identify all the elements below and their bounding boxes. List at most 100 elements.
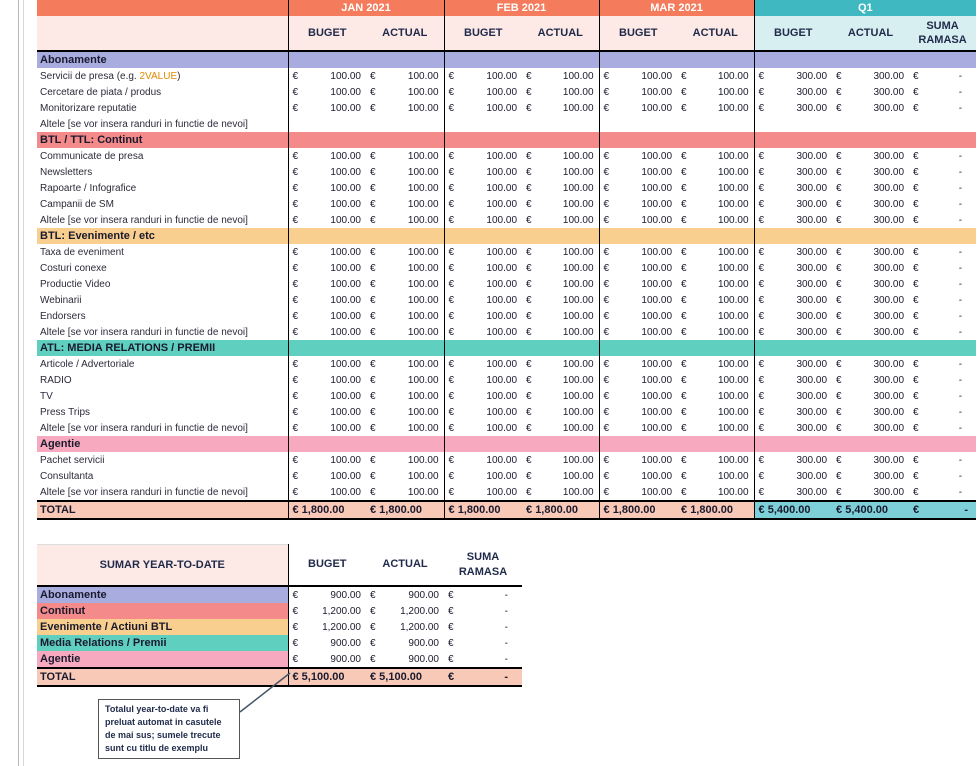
amount-cell[interactable]: €100.00: [443, 388, 523, 404]
quarter-amount-cell[interactable]: €300.00: [832, 244, 909, 260]
amount-cell[interactable]: €100.00: [598, 276, 678, 292]
section-title[interactable]: ATL: MEDIA RELATIONS / PREMII: [37, 340, 288, 356]
quarter-amount-cell[interactable]: [753, 116, 833, 132]
total-q-suma[interactable]: € -: [909, 500, 977, 520]
amount-cell[interactable]: €100.00: [287, 276, 366, 292]
quarter-amount-cell[interactable]: €300.00: [753, 244, 833, 260]
callout-note[interactable]: Totalul year-to-date va fi preluat autom…: [98, 699, 240, 759]
amount-cell[interactable]: €100.00: [522, 388, 599, 404]
remaining-cell[interactable]: € -: [909, 180, 976, 196]
row-label[interactable]: Cercetare de piata / produs: [37, 84, 288, 100]
quarter-amount-cell[interactable]: €300.00: [753, 276, 833, 292]
row-label[interactable]: Rapoarte / Infografice: [37, 180, 288, 196]
row-label[interactable]: Pachet servicii: [37, 452, 288, 468]
month-header[interactable]: FEB 2021: [443, 0, 600, 16]
amount-cell[interactable]: €100.00: [598, 68, 678, 84]
total-amount[interactable]: € 1,800.00: [677, 500, 755, 520]
amount-cell[interactable]: €100.00: [522, 260, 599, 276]
amount-cell[interactable]: [522, 116, 599, 132]
amount-cell[interactable]: €100.00: [677, 196, 754, 212]
row-label[interactable]: Articole / Advertoriale: [37, 356, 288, 372]
remaining-cell[interactable]: € -: [909, 308, 976, 324]
amount-cell[interactable]: €100.00: [598, 164, 678, 180]
quarter-amount-cell[interactable]: €300.00: [753, 100, 833, 116]
amount-cell[interactable]: €100.00: [443, 196, 523, 212]
amount-cell[interactable]: €100.00: [366, 452, 444, 468]
summary-title[interactable]: SUMAR YEAR-TO-DATE: [37, 544, 289, 587]
amount-cell[interactable]: €100.00: [598, 212, 678, 228]
amount-cell[interactable]: €100.00: [287, 164, 366, 180]
quarter-amount-cell[interactable]: €300.00: [832, 68, 909, 84]
amount-cell[interactable]: €100.00: [677, 468, 754, 484]
summary-total-buget[interactable]: € 5,100.00: [288, 667, 366, 687]
amount-cell[interactable]: [366, 116, 444, 132]
amount-cell[interactable]: €100.00: [443, 484, 523, 501]
summary-remaining[interactable]: € -: [444, 603, 522, 619]
amount-cell[interactable]: €100.00: [677, 84, 754, 100]
amount-cell[interactable]: €100.00: [522, 84, 599, 100]
remaining-cell[interactable]: € -: [909, 148, 976, 164]
amount-cell[interactable]: €100.00: [598, 388, 678, 404]
quarter-amount-cell[interactable]: €300.00: [753, 356, 833, 372]
amount-cell[interactable]: €100.00: [598, 468, 678, 484]
amount-cell[interactable]: €100.00: [366, 164, 444, 180]
row-label[interactable]: TV: [37, 388, 288, 404]
amount-cell[interactable]: €100.00: [287, 260, 366, 276]
total-amount[interactable]: € 1,800.00: [522, 500, 600, 520]
quarter-amount-cell[interactable]: €300.00: [753, 164, 833, 180]
amount-cell[interactable]: €100.00: [598, 452, 678, 468]
summary-total-label[interactable]: TOTAL: [37, 667, 289, 687]
summary-amount[interactable]: €900.00: [366, 635, 444, 651]
col-buget[interactable]: BUGET: [443, 16, 523, 52]
quarter-amount-cell[interactable]: €300.00: [753, 484, 833, 501]
quarter-amount-cell[interactable]: €300.00: [832, 404, 909, 420]
amount-cell[interactable]: €100.00: [366, 68, 444, 84]
remaining-cell[interactable]: € -: [909, 260, 976, 276]
amount-cell[interactable]: €100.00: [287, 100, 366, 116]
amount-cell[interactable]: €100.00: [366, 356, 444, 372]
amount-cell[interactable]: [443, 116, 523, 132]
amount-cell[interactable]: €100.00: [287, 196, 366, 212]
amount-cell[interactable]: €100.00: [522, 100, 599, 116]
amount-cell[interactable]: [598, 116, 678, 132]
row-label[interactable]: RADIO: [37, 372, 288, 388]
amount-cell[interactable]: €100.00: [522, 420, 599, 436]
amount-cell[interactable]: €100.00: [443, 452, 523, 468]
col-actual[interactable]: ACTUAL: [677, 16, 755, 52]
amount-cell[interactable]: €100.00: [287, 308, 366, 324]
amount-cell[interactable]: €100.00: [443, 68, 523, 84]
amount-cell[interactable]: €100.00: [522, 196, 599, 212]
remaining-cell[interactable]: € -: [909, 404, 976, 420]
amount-cell[interactable]: €100.00: [522, 244, 599, 260]
amount-cell[interactable]: €100.00: [522, 164, 599, 180]
quarter-header[interactable]: Q1: [753, 0, 977, 16]
summary-amount[interactable]: €900.00: [288, 651, 366, 668]
col-buget[interactable]: BUGET: [753, 16, 833, 52]
row-label[interactable]: Altele [se vor insera randuri in functie…: [37, 116, 288, 132]
amount-cell[interactable]: €100.00: [677, 148, 754, 164]
amount-cell[interactable]: €100.00: [366, 276, 444, 292]
amount-cell[interactable]: €100.00: [443, 100, 523, 116]
amount-cell[interactable]: €100.00: [443, 276, 523, 292]
amount-cell[interactable]: €100.00: [287, 372, 366, 388]
remaining-cell[interactable]: € -: [909, 244, 976, 260]
remaining-cell[interactable]: € -: [909, 68, 976, 84]
quarter-amount-cell[interactable]: €300.00: [753, 372, 833, 388]
quarter-amount-cell[interactable]: €300.00: [832, 260, 909, 276]
amount-cell[interactable]: €100.00: [366, 372, 444, 388]
section-title[interactable]: BTL: Evenimente / etc: [37, 228, 288, 244]
amount-cell[interactable]: €100.00: [443, 292, 523, 308]
amount-cell[interactable]: €100.00: [287, 452, 366, 468]
amount-cell[interactable]: €100.00: [598, 260, 678, 276]
amount-cell[interactable]: €100.00: [443, 468, 523, 484]
summary-amount[interactable]: €900.00: [288, 635, 366, 651]
amount-cell[interactable]: [677, 116, 754, 132]
quarter-amount-cell[interactable]: €300.00: [753, 68, 833, 84]
quarter-amount-cell[interactable]: €300.00: [753, 420, 833, 436]
amount-cell[interactable]: €100.00: [598, 308, 678, 324]
amount-cell[interactable]: €100.00: [677, 420, 754, 436]
remaining-cell[interactable]: € -: [909, 324, 976, 340]
amount-cell[interactable]: €100.00: [366, 404, 444, 420]
summary-label[interactable]: Agentie: [37, 651, 289, 668]
amount-cell[interactable]: €100.00: [598, 372, 678, 388]
